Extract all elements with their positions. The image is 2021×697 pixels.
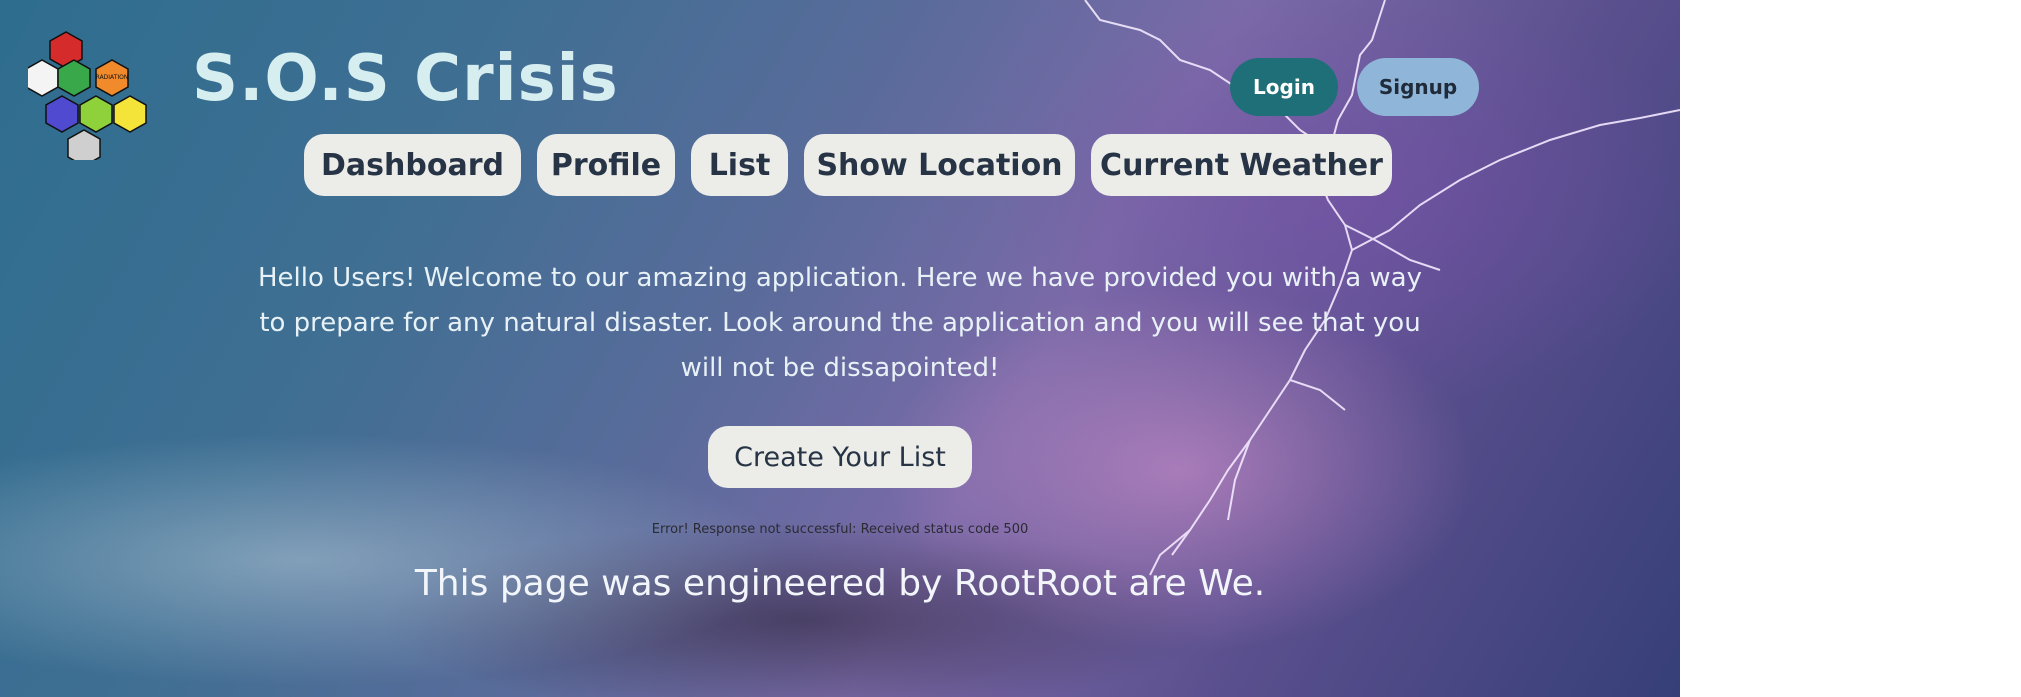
error-message: Error! Response not successful: Received…	[651, 522, 1029, 537]
biohazard-icon	[79, 95, 113, 133]
nav-show-location-button[interactable]: Show Location	[804, 134, 1075, 196]
radiation-icon	[25, 59, 59, 97]
signup-button[interactable]: Signup	[1357, 58, 1479, 116]
brand-title: S.O.S Crisis	[192, 42, 619, 116]
handshake-icon	[113, 95, 147, 133]
logo-badge-text: RADIATION	[96, 74, 129, 81]
create-list-button[interactable]: Create Your List	[708, 426, 972, 488]
medical-icon	[45, 95, 79, 133]
nav-dashboard-button[interactable]: Dashboard	[304, 134, 521, 196]
footer-credit: This page was engineered by RootRoot are…	[414, 563, 1266, 604]
main-nav: Dashboard Profile List Show Location Cur…	[0, 134, 1680, 198]
nav-list-button[interactable]: List	[691, 134, 788, 196]
login-button[interactable]: Login	[1230, 58, 1338, 116]
welcome-message: Hello Users! Welcome to our amazing appl…	[258, 263, 1422, 383]
nav-profile-button[interactable]: Profile	[537, 134, 675, 196]
nav-current-weather-button[interactable]: Current Weather	[1091, 134, 1392, 196]
